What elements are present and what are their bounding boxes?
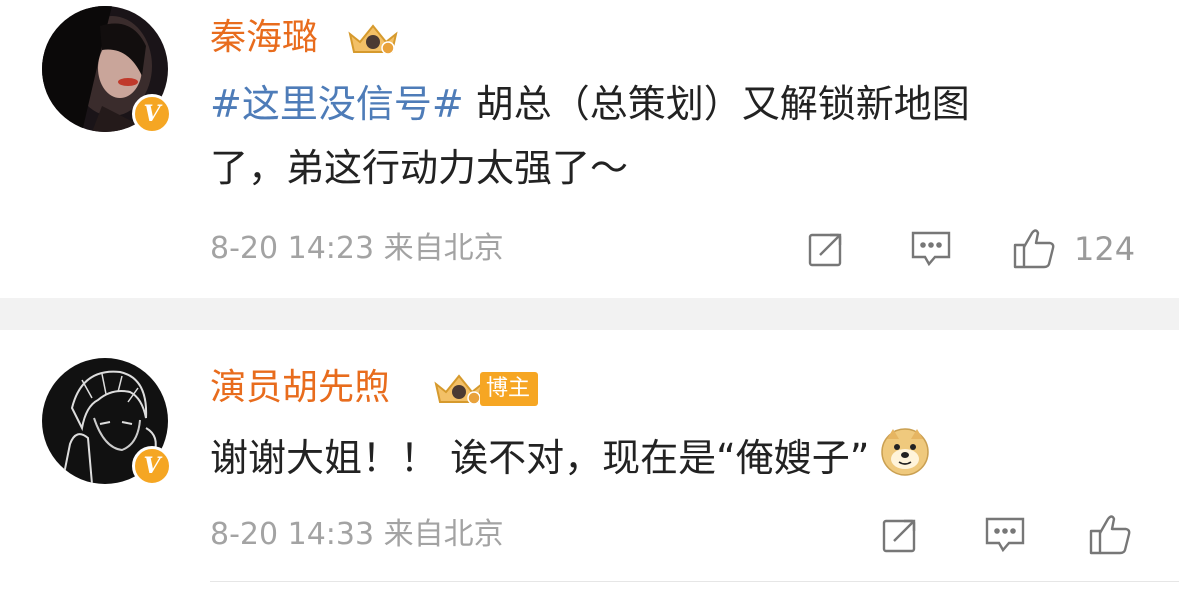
crown-icon[interactable] (432, 372, 486, 410)
thumbs-up-icon[interactable] (1088, 511, 1134, 557)
blogger-tag: 博主 (480, 372, 539, 406)
comment-item: V 演员胡先煦 博主 谢谢大姐！！ 诶不对，现在是“俺嫂子” 8-20 14:3… (0, 0, 1179, 598)
comment-list: V 秦海璐 #这里没信号# 胡总（总策划）又解锁新地图 了，弟这行动力太强了～ … (0, 0, 1179, 598)
timestamp: 8-20 14:33 (210, 517, 375, 552)
comment-text-content: 谢谢大姐！！ 诶不对，现在是“俺嫂子” (210, 436, 870, 480)
comment-meta: 8-20 14:33 来自北京 (210, 515, 504, 555)
comment-text: 谢谢大姐！！ 诶不对，现在是“俺嫂子” (210, 425, 1140, 496)
comment-icon[interactable] (984, 515, 1026, 555)
repost-icon[interactable] (880, 515, 920, 555)
username[interactable]: 演员胡先煦 (210, 366, 390, 410)
location-source: 来自北京 (383, 517, 504, 552)
doge-emoji (879, 425, 931, 496)
divider (210, 581, 1179, 582)
verified-badge: V (132, 446, 172, 486)
